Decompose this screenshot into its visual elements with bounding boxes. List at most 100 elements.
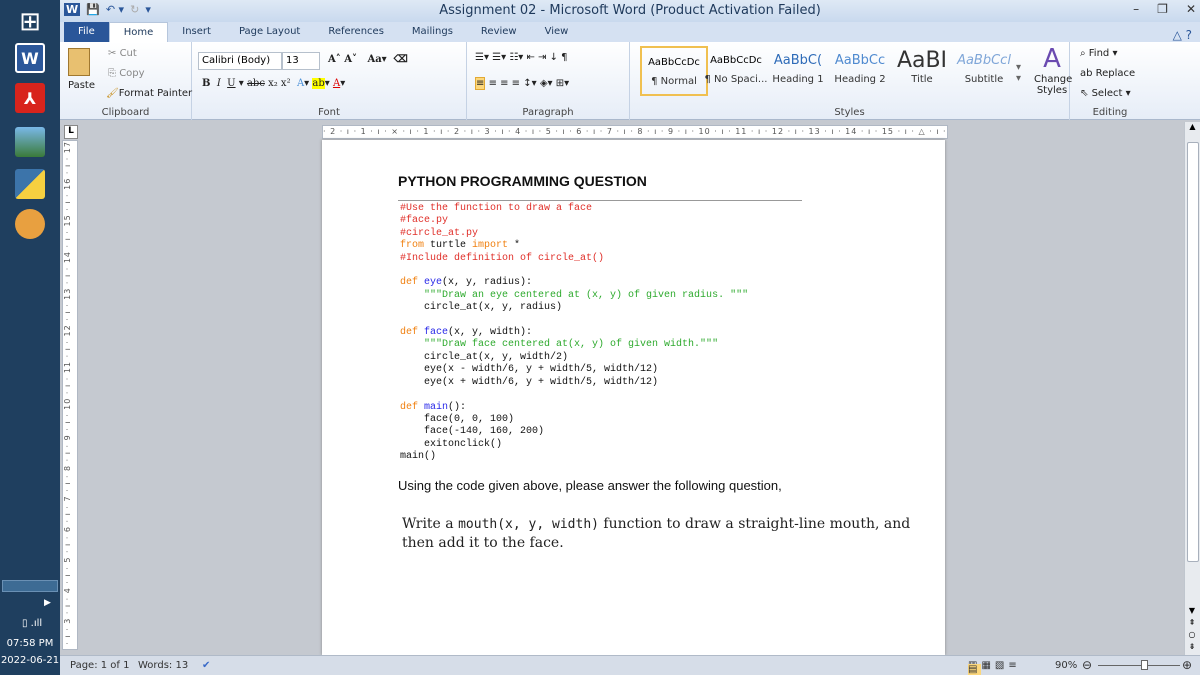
font-size-select[interactable]: 13 <box>282 52 320 70</box>
code-token: turtle <box>424 240 473 252</box>
grow-shrink-font-buttons[interactable]: A˄ A˅ Aa▾ ⌫ <box>328 54 408 65</box>
tab-selector[interactable]: L <box>64 125 78 139</box>
code-token: exitonclick() <box>400 438 503 450</box>
expand-arrow-icon[interactable]: ▶ <box>44 598 51 608</box>
word-window: W 💾 ↶ ▾ ↻ ▾ Assignment 02 - Microsoft Wo… <box>60 0 1200 675</box>
tab-view[interactable]: View <box>531 22 583 42</box>
list-buttons[interactable]: ☰▾ ☰▾ ☷▾ ⇤ ⇥ ↓ ¶ <box>475 52 568 63</box>
paste-button[interactable]: Paste <box>68 80 95 91</box>
start-button[interactable]: ⊞ <box>6 4 54 40</box>
taskbar-app-paint[interactable] <box>6 206 54 242</box>
format-painter-button[interactable]: 🖌Format Painter <box>106 88 192 99</box>
help-icon[interactable]: △ ? <box>1173 28 1192 42</box>
code-token: face <box>424 327 449 339</box>
document-page[interactable]: PYTHON PROGRAMMING QUESTION #Use the fun… <box>322 140 945 655</box>
change-styles-button[interactable]: A Change Styles <box>1034 44 1072 96</box>
style-2[interactable]: AaBbC(Heading 1 <box>764 46 832 96</box>
code-line: #face.py <box>400 215 748 227</box>
tab-file[interactable]: File <box>64 22 109 42</box>
scroll-thumb[interactable] <box>1187 142 1199 562</box>
gallery-scroll[interactable]: ▾ ▾ <box>1016 62 1021 84</box>
code-token: face(-140, 160, 200) <box>400 426 545 438</box>
code-token: #circle_at.py <box>400 227 479 239</box>
taskbar: ⊞ W ⅄ ▶ ▯ .ıll 07:58 PM 2022-06-21 <box>0 0 60 675</box>
styles-group: AaBbCcDc ¶ Normal AaBbCcDc ¶ No Spaci... AaB… <box>630 42 1072 120</box>
word-count[interactable]: Words: 13 <box>138 660 188 671</box>
code-token: from <box>400 240 425 252</box>
copy-button[interactable]: ⎘ Copy <box>108 68 145 79</box>
style-4[interactable]: AaBI Title <box>888 46 956 96</box>
code-line: #Include definition of circle_at() <box>400 253 748 265</box>
acrobat-icon: ⅄ <box>15 83 45 113</box>
clipboard-label: Clipboard <box>101 107 150 118</box>
align-buttons[interactable]: ≡ ≡ ≡ ≡ ↕▾ ◈▾ ⊞▾ <box>475 77 569 90</box>
code-token: """Draw an eye centered at (x, y) of giv… <box>424 289 749 301</box>
vertical-ruler[interactable]: · 1 · ı · 2 · ı · 3 · ı · 4 · ı · 5 · ı … <box>62 140 78 650</box>
page-count[interactable]: Page: 1 of 1 <box>70 660 129 671</box>
code-line: circle_at(x, y, radius) <box>400 302 748 314</box>
minimize-button[interactable]: – <box>1133 2 1139 16</box>
taskbar-app-word[interactable]: W <box>6 40 54 76</box>
editing-label: Editing <box>1092 107 1128 118</box>
taskbar-app-acrobat[interactable]: ⅄ <box>6 80 54 116</box>
question-intro: Using the code given above, please answe… <box>398 478 782 493</box>
close-button[interactable]: ✕ <box>1186 2 1196 16</box>
find-button[interactable]: ⌕ Find ▾ <box>1080 48 1117 59</box>
clock-time: 07:58 PM <box>6 638 54 649</box>
question-text: Write a mouth(x, y, width) function to d… <box>402 516 911 551</box>
style-5[interactable]: AaBbCcl Subtitle <box>950 46 1018 96</box>
code-line: exitonclick() <box>400 439 748 451</box>
window-title: Assignment 02 - Microsoft Word (Product … <box>439 3 821 18</box>
taskbar-app-python[interactable] <box>6 166 54 202</box>
status-bar: Page: 1 of 1 Words: 13 ✔ ▤ ▥▦▧≡ 90% ⊖ ⊕ <box>60 655 1200 675</box>
zoom-in-icon[interactable]: ⊕ <box>1182 658 1192 672</box>
horizontal-ruler[interactable]: · 2 · ı · 1 · ı · ⨯ · ı · 1 · ı · 2 · ı … <box>322 125 948 139</box>
copy-icon: ⎘ <box>108 68 120 79</box>
tab-insert[interactable]: Insert <box>168 22 225 42</box>
style-name: ¶ Normal <box>651 76 697 87</box>
taskbar-app-photos[interactable] <box>6 124 54 160</box>
view-buttons[interactable]: ▤ ▥▦▧≡ <box>968 660 1021 675</box>
proofing-icon[interactable]: ✔ <box>202 660 210 671</box>
font-name-select[interactable]: Calibri (Body) <box>198 52 282 70</box>
select-button[interactable]: ⇖ Select ▾ <box>1080 88 1131 99</box>
code-token: eye(x + width/6, y + width/5, width/12) <box>400 376 659 388</box>
code-line: #Use the function to draw a face <box>400 203 748 215</box>
code-line: def main(): <box>400 402 748 414</box>
tab-review[interactable]: Review <box>467 22 531 42</box>
style-0[interactable]: AaBbCcDc ¶ Normal <box>640 46 708 96</box>
style-name: Subtitle <box>964 74 1004 85</box>
photos-icon <box>15 127 45 157</box>
title-bar: W 💾 ↶ ▾ ↻ ▾ Assignment 02 - Microsoft Wo… <box>60 0 1200 22</box>
zoom-slider-thumb[interactable] <box>1141 660 1149 670</box>
paragraph-group: ☰▾ ☰▾ ☷▾ ⇤ ⇥ ↓ ¶ ≡ ≡ ≡ ≡ ↕▾ ◈▾ ⊞▾ Paragr… <box>467 42 630 120</box>
zoom-slider[interactable] <box>1098 665 1180 666</box>
replace-button[interactable]: ab Replace <box>1080 68 1135 79</box>
code-line: from turtle import * <box>400 240 748 252</box>
tab-page-layout[interactable]: Page Layout <box>225 22 314 42</box>
tab-mailings[interactable]: Mailings <box>398 22 467 42</box>
style-1[interactable]: AaBbCcDc ¶ No Spaci... <box>702 46 770 96</box>
ribbon: Paste ✂ Cut ⎘ Copy 🖌Format Painter Clipb… <box>60 42 1200 120</box>
zoom-level[interactable]: 90% <box>1055 660 1077 671</box>
zoom-out-icon[interactable]: ⊖ <box>1082 658 1092 672</box>
cut-button[interactable]: ✂ Cut <box>108 48 137 59</box>
tab-references[interactable]: References <box>314 22 398 42</box>
scroll-down-icon[interactable]: ▼ ⇞ ○ ⇟ <box>1185 605 1199 653</box>
style-name: Heading 1 <box>772 74 824 85</box>
vertical-scrollbar[interactable]: ▲ ▼ ⇞ ○ ⇟ <box>1184 122 1200 655</box>
taskbar-scroll[interactable] <box>2 580 58 592</box>
code-line: face(0, 0, 100) <box>400 414 748 426</box>
tab-home[interactable]: Home <box>108 22 169 42</box>
restore-button[interactable]: ❐ <box>1157 2 1168 16</box>
change-styles-icon: A <box>1043 44 1061 74</box>
scroll-up-icon[interactable]: ▲ <box>1185 122 1200 131</box>
code-token: #face.py <box>400 215 449 227</box>
font-format-buttons[interactable]: B I U ▾ abc x₂ x² A▾ ab▾ A▾ <box>202 78 345 89</box>
code-token: (): <box>448 401 467 413</box>
code-token: (x, y, width): <box>448 327 533 339</box>
scissors-icon: ✂ <box>108 48 120 59</box>
style-3[interactable]: AaBbCc Heading 2 <box>826 46 894 96</box>
code-token: (x, y, radius): <box>442 277 533 289</box>
